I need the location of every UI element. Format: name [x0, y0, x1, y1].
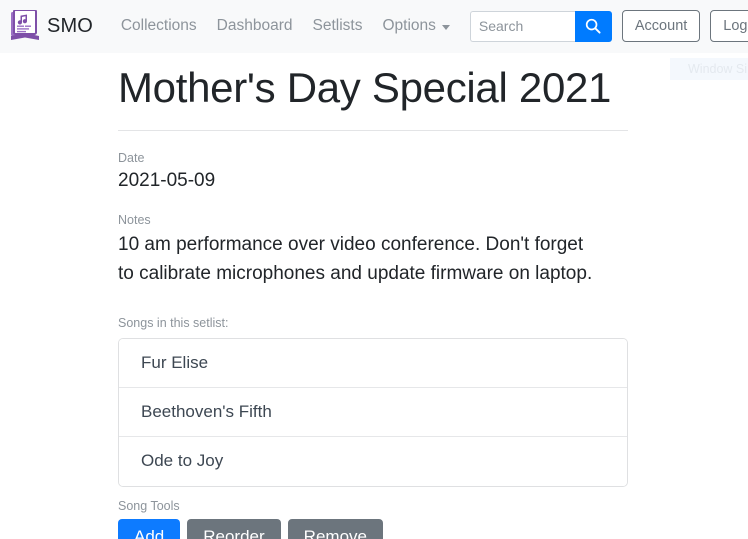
list-item[interactable]: Fur Elise	[119, 338, 627, 388]
nav-link-setlists[interactable]: Setlists	[303, 11, 373, 40]
brand-title: SMO	[47, 15, 93, 37]
songbook-music-icon	[11, 10, 39, 40]
navbar: SMO Collections Dashboard Setlists Optio…	[0, 0, 748, 80]
songs-list-label: Songs in this setlist:	[118, 316, 229, 331]
notes-label: Notes	[118, 213, 151, 228]
search-icon	[586, 18, 601, 34]
nav-link-collections[interactable]: Collections	[111, 11, 207, 40]
list-item[interactable]: Beethoven's Fifth	[119, 387, 627, 437]
add-song-button[interactable]: Add	[118, 518, 181, 539]
song-tools-label: Song Tools	[118, 498, 180, 513]
nav-item: Collections	[111, 17, 207, 35]
songs-list: Fur Elise Beethoven's Fifth Ode to Joy	[118, 337, 628, 487]
date-label: Date	[118, 150, 145, 165]
song-tools-row: Add Reorder Remove	[118, 518, 748, 539]
nav-link-options-label: Options	[382, 17, 436, 34]
list-item[interactable]: Ode to Joy	[119, 436, 627, 486]
reorder-songs-button[interactable]: Reorder	[187, 518, 281, 539]
search-group	[469, 10, 612, 42]
chevron-down-icon	[441, 24, 450, 30]
nav-link-dashboard[interactable]: Dashboard	[207, 11, 303, 40]
remove-song-button[interactable]: Remove	[287, 518, 383, 539]
notes-value: 10 am performance over video conference.…	[118, 233, 593, 284]
main-content: Mother's Day Special 2021 Date 2021-05-0…	[0, 53, 748, 539]
brand-logo-link[interactable]: SMO	[10, 10, 93, 42]
search-input[interactable]	[469, 10, 575, 42]
nav-link-options[interactable]: Options	[372, 11, 457, 41]
date-value: 2021-05-09	[118, 169, 216, 191]
nav-item: Setlists	[303, 17, 373, 35]
logout-button[interactable]: Logout	[710, 10, 748, 42]
nav-links: Collections Dashboard Setlists Options	[111, 11, 458, 41]
nav-item: Options	[372, 11, 457, 41]
nav-item: Dashboard	[207, 17, 303, 35]
page-title: Mother's Day Special 2021	[118, 64, 612, 111]
account-button[interactable]: Account	[621, 10, 701, 42]
search-button[interactable]	[574, 10, 612, 42]
